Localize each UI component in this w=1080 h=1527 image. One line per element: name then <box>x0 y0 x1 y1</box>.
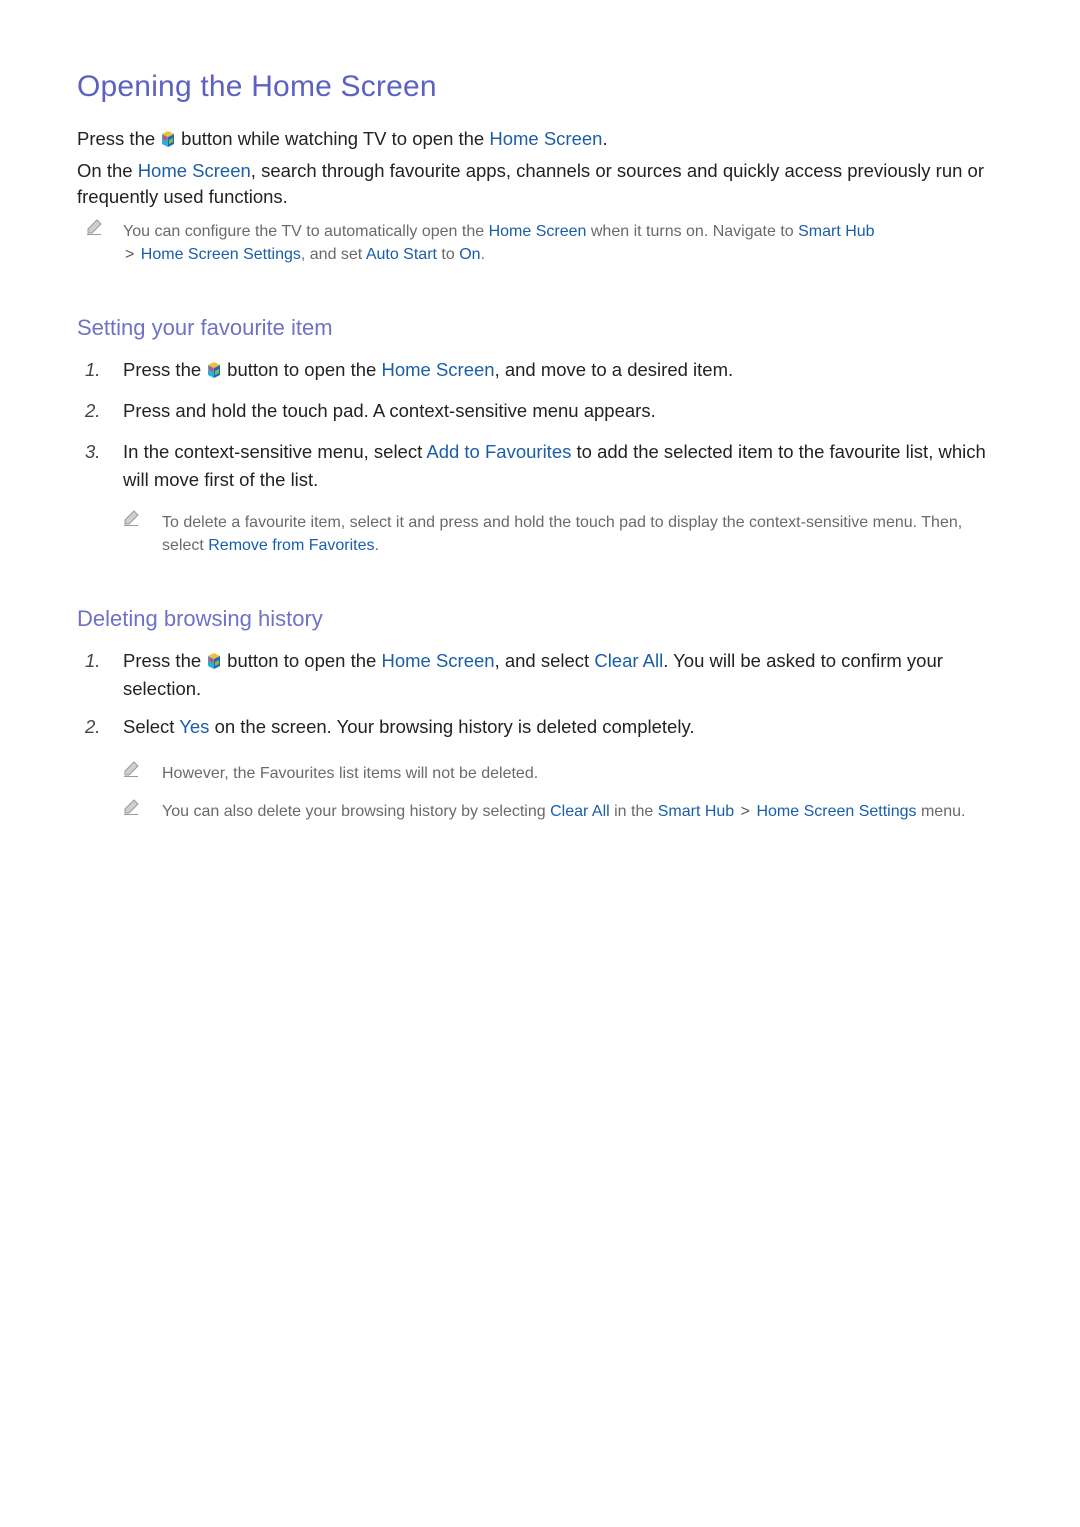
section-heading: Deleting browsing history <box>77 606 323 631</box>
pencil-note-icon <box>123 510 139 526</box>
section-heading: Setting your favourite item <box>77 315 333 340</box>
chevron-right-icon: > <box>125 246 135 263</box>
intro-paragraph-1: Press the button while watching TV to ope… <box>77 128 608 149</box>
pencil-note-icon <box>123 799 139 815</box>
intro-paragraph-2: On the Home Screen, search through favou… <box>77 160 984 207</box>
section-note: However, the Favourites list items will … <box>162 765 539 782</box>
section-note: You can also delete your browsing histor… <box>162 803 966 820</box>
chevron-right-icon: > <box>740 803 750 820</box>
smart-hub-button-icon <box>207 652 221 670</box>
home-screen-link: Home Screen <box>489 128 603 149</box>
pencil-note-icon <box>123 761 139 777</box>
pencil-note-icon <box>86 219 102 235</box>
intro-note: You can configure the TV to automaticall… <box>123 223 875 263</box>
smart-hub-button-icon <box>207 361 221 379</box>
home-screen-link: Home Screen <box>137 160 251 181</box>
smart-hub-button-icon <box>161 130 175 148</box>
page-title: Opening the Home Screen <box>77 70 437 103</box>
section-note: To delete a favourite item, select it an… <box>162 514 963 554</box>
